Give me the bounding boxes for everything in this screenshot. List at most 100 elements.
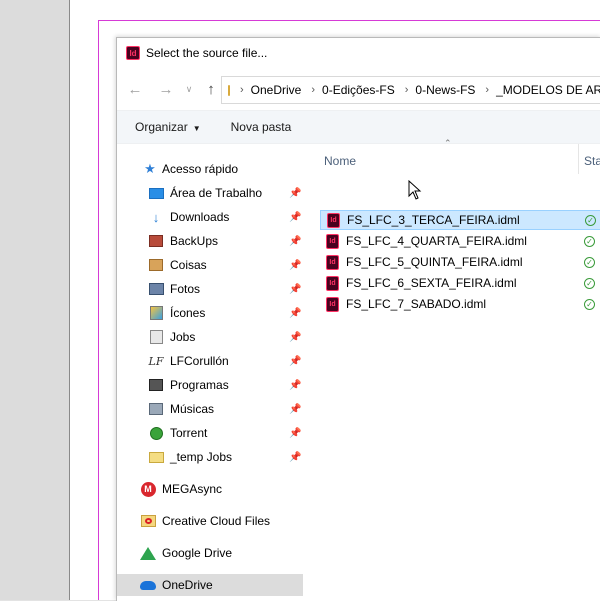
nav-root-label: Creative Cloud Files: [162, 514, 271, 528]
breadcrumb-news[interactable]: 0-News-FS: [415, 83, 475, 97]
sync-ok-icon: ✓: [584, 235, 595, 247]
nav-item-label: Downloads: [170, 210, 230, 224]
file-row[interactable]: Id FS_LFC_6_SEXTA_FEIRA.idml ✓: [320, 273, 600, 293]
file-name: FS_LFC_7_SABADO.idml: [346, 297, 487, 311]
pin-icon[interactable]: 📌: [289, 404, 301, 415]
nav-item-label: Torrent: [170, 426, 208, 440]
file-row[interactable]: Id FS_LFC_4_QUARTA_FEIRA.idml ✓: [320, 231, 600, 251]
file-name: FS_LFC_6_SEXTA_FEIRA.idml: [346, 276, 517, 290]
pin-icon[interactable]: 📌: [289, 236, 301, 247]
nav-item-label: Jobs: [170, 330, 196, 344]
file-row[interactable]: Id FS_LFC_3_TERCA_FEIRA.idml ✓: [320, 210, 600, 230]
navigation-bar: ← → ∨ ↑ › OneDrive › 0-Edições-FS › 0-Ne…: [117, 74, 600, 104]
column-divider[interactable]: [578, 144, 579, 174]
indesign-app-icon: Id: [126, 46, 140, 60]
caret-down-icon: ▼: [192, 124, 201, 133]
nav-item-label: LFCorullón: [170, 354, 229, 368]
pin-icon[interactable]: 📌: [289, 188, 301, 199]
file-list: ⌃ Nome Sta Id FS_LFC_3_TERCA_FEIRA.idml …: [320, 138, 600, 601]
file-row[interactable]: Id FS_LFC_5_QUINTA_FEIRA.idml ✓: [320, 252, 600, 272]
margin-guide-top: [98, 20, 600, 21]
nav-root-creative-cloud[interactable]: Creative Cloud Files: [117, 510, 303, 532]
file-row[interactable]: Id FS_LFC_7_SABADO.idml ✓: [320, 294, 600, 314]
google-drive-icon: [140, 545, 156, 561]
nav-item-musicas[interactable]: Músicas 📌: [117, 398, 303, 420]
pin-icon[interactable]: 📌: [289, 308, 301, 319]
nav-root-onedrive[interactable]: OneDrive: [117, 574, 303, 596]
navigation-pane: ★ Acesso rápido Área de Trabalho 📌 ↓ Dow…: [117, 144, 303, 601]
pin-icon[interactable]: 📌: [289, 428, 301, 439]
file-open-dialog: Id Select the source file... ← → ∨ ↑ › O…: [116, 37, 600, 601]
nav-item-area-de-trabalho[interactable]: Área de Trabalho 📌: [117, 182, 303, 204]
pin-icon[interactable]: 📌: [289, 284, 301, 295]
sort-ascending-icon: ⌃: [444, 138, 452, 148]
column-header-status[interactable]: Sta: [584, 154, 600, 168]
breadcrumb-separator-icon[interactable]: ›: [485, 84, 489, 96]
signature-icon: LF: [148, 354, 164, 368]
pin-icon[interactable]: 📌: [289, 356, 301, 367]
nav-item-label: Área de Trabalho: [170, 186, 263, 200]
breadcrumb-modelos[interactable]: _MODELOS DE AR: [496, 83, 600, 97]
indesign-file-icon: Id: [326, 233, 339, 249]
breadcrumb-separator-icon[interactable]: ›: [405, 84, 409, 96]
nav-root-label: MEGAsync: [162, 482, 223, 496]
download-icon: ↓: [152, 209, 160, 225]
nav-root-google-drive[interactable]: Google Drive: [117, 542, 303, 564]
nav-item-lfcorullon[interactable]: LF LFCorullón 📌: [117, 350, 303, 372]
breadcrumb-separator-icon[interactable]: ›: [240, 84, 244, 96]
nav-quick-access[interactable]: ★ Acesso rápido: [117, 158, 303, 180]
indesign-file-icon: Id: [326, 254, 339, 270]
nav-item-torrent[interactable]: Torrent 📌: [117, 422, 303, 444]
recent-locations-chevron-icon[interactable]: ∨: [181, 74, 197, 104]
nav-item-label: Coisas: [170, 258, 207, 272]
music-icon: [148, 401, 164, 417]
pin-icon[interactable]: 📌: [289, 332, 301, 343]
nav-root-label: OneDrive: [162, 578, 213, 592]
sync-ok-icon: ✓: [584, 256, 595, 268]
indesign-file-icon: Id: [326, 296, 339, 312]
file-name: FS_LFC_4_QUARTA_FEIRA.idml: [346, 234, 527, 248]
pin-icon[interactable]: 📌: [289, 212, 301, 223]
forward-arrow-icon[interactable]: →: [154, 74, 178, 104]
pin-icon[interactable]: 📌: [289, 260, 301, 271]
temp-folder-icon: [148, 449, 164, 465]
nav-item-label: _temp Jobs: [170, 450, 233, 464]
back-arrow-icon[interactable]: ←: [123, 74, 147, 104]
pin-icon[interactable]: 📌: [289, 452, 301, 463]
file-name: FS_LFC_5_QUINTA_FEIRA.idml: [346, 255, 523, 269]
desktop-icon: [148, 185, 164, 201]
nav-item-label: Ícones: [170, 306, 206, 320]
nav-item-jobs[interactable]: Jobs 📌: [117, 326, 303, 348]
nav-quick-access-label: Acesso rápido: [162, 162, 239, 176]
application-panel: [0, 0, 70, 600]
command-bar: Organizar ▼ Nova pasta: [117, 110, 600, 144]
nav-item-label: BackUps: [170, 234, 219, 248]
nav-item-backups[interactable]: BackUps 📌: [117, 230, 303, 252]
nav-item-downloads[interactable]: ↓ Downloads 📌: [117, 206, 303, 228]
nav-item-icones[interactable]: Ícones 📌: [117, 302, 303, 324]
breadcrumb-edicoes[interactable]: 0-Edições-FS: [322, 83, 395, 97]
nav-item-fotos[interactable]: Fotos 📌: [117, 278, 303, 300]
up-arrow-icon[interactable]: ↑: [199, 74, 223, 104]
breadcrumb-onedrive[interactable]: OneDrive: [251, 83, 302, 97]
nav-item-programas[interactable]: Programas 📌: [117, 374, 303, 396]
pin-icon[interactable]: 📌: [289, 380, 301, 391]
organize-button[interactable]: Organizar ▼: [135, 120, 201, 134]
photos-icon: [148, 281, 164, 297]
nav-item-temp-jobs[interactable]: _temp Jobs 📌: [117, 446, 303, 468]
nav-item-coisas[interactable]: Coisas 📌: [117, 254, 303, 276]
dialog-title: Select the source file...: [146, 46, 268, 60]
sync-ok-icon: ✓: [585, 214, 596, 226]
column-header-name[interactable]: Nome: [324, 154, 356, 168]
new-folder-button[interactable]: Nova pasta: [231, 120, 292, 134]
mouse-cursor-icon: [408, 180, 422, 200]
dialog-titlebar[interactable]: Id Select the source file...: [117, 38, 600, 68]
breadcrumb-separator-icon[interactable]: ›: [311, 84, 315, 96]
jobs-icon: [148, 329, 164, 345]
column-header: ⌃ Nome Sta: [320, 138, 600, 174]
sync-ok-icon: ✓: [584, 298, 595, 310]
address-bar[interactable]: › OneDrive › 0-Edições-FS › 0-News-FS › …: [221, 76, 600, 104]
nav-item-label: Músicas: [170, 402, 215, 416]
nav-root-megasync[interactable]: M MEGAsync: [117, 478, 303, 500]
nav-root-label: Google Drive: [162, 546, 233, 560]
